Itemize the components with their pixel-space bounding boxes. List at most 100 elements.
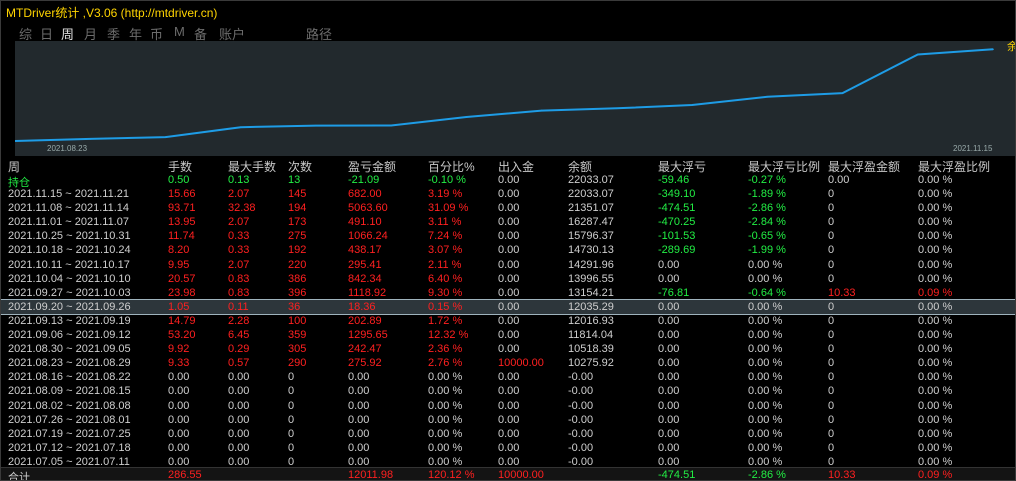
cell-col-1: 0.00 [168, 371, 190, 384]
cell-col-8: 0.00 [658, 314, 680, 327]
cell-col-7: 13154.21 [568, 286, 614, 299]
table-row[interactable]: 2021.08.09 ~ 2021.08.15 0.00 0.00 0 0.00 0.00… [1, 384, 1015, 398]
cell-col-7: 10518.39 [568, 343, 614, 356]
cell-col-4: 0.00 [348, 371, 370, 384]
table-row[interactable]: 2021.11.15 ~ 2021.11.21 15.66 2.07 145 682.0… [1, 187, 1015, 201]
cell-col-9: -2.84 % [748, 216, 786, 229]
cell-col-3: 100 [288, 314, 307, 327]
cell-col-9: 0.00 % [748, 413, 783, 426]
cell-col-7: 12035.29 [568, 300, 614, 313]
cell-col-11: 0.00 % [918, 343, 953, 356]
cell-col-0: 2021.08.30 ~ 2021.09.05 [8, 343, 131, 356]
cell-col-4: 0.00 [348, 385, 370, 398]
cell-col-6: 0.00 [498, 174, 520, 186]
table-row[interactable]: 2021.07.19 ~ 2021.07.25 0.00 0.00 0 0.00 0.00… [1, 427, 1015, 441]
cell-col-1: 0.00 [168, 399, 190, 412]
balance-line [15, 48, 994, 142]
open-position-row[interactable]: 持仓 0.50 0.13 13 -21.09 -0.10 % 0.00 22033.07 -59… [1, 173, 1015, 189]
cell-col-7: 11814.04 [568, 329, 614, 341]
cell-col-6: 0.00 [498, 413, 520, 426]
cell-col-11: 0.00 % [918, 427, 953, 440]
cell-col-5: 2.11 % [428, 258, 462, 271]
cell-col-2: 0.00 [228, 441, 250, 454]
cell-col-3: 0 [288, 371, 295, 384]
cell-col-6: 0.00 [498, 258, 520, 271]
cell-col-8: 0.00 [658, 258, 680, 271]
cell-col-3: 36 [288, 300, 301, 313]
cell-col-10: 0 [828, 385, 835, 398]
table-row[interactable]: 2021.11.01 ~ 2021.11.07 13.95 2.07 173 491.1… [1, 215, 1015, 229]
cell-col-6: 0.00 [498, 230, 520, 243]
cell-col-1: 9.33 [168, 357, 190, 370]
cell-col-2: 32.38 [228, 202, 256, 215]
cell-col-0: 2021.07.12 ~ 2021.07.18 [8, 441, 131, 454]
cell-col-4: 275.92 [348, 357, 382, 370]
cell-col-0: 2021.09.20 ~ 2021.09.26 [8, 300, 131, 313]
cell-col-5: 9.30 % [428, 286, 463, 299]
cell-col-8: -470.25 [658, 216, 696, 229]
cell-col-0: 2021.07.26 ~ 2021.08.01 [8, 413, 131, 426]
cell-col-7: 10275.92 [568, 357, 614, 370]
cell-col-5: 120.12 % [428, 469, 475, 481]
table-row[interactable]: 2021.11.08 ~ 2021.11.14 93.71 32.38 194 5063… [1, 201, 1015, 215]
cell-col-3: 0 [288, 413, 295, 426]
cell-col-3: 275 [288, 230, 307, 243]
cell-col-0: 2021.08.16 ~ 2021.08.22 [8, 371, 131, 384]
tab-7[interactable]: M [174, 24, 185, 39]
table-row[interactable]: 2021.08.02 ~ 2021.08.08 0.00 0.00 0 0.00 0.00… [1, 399, 1015, 413]
cell-col-10: 0 [828, 300, 835, 313]
balance-point [164, 136, 167, 138]
table-row[interactable]: 2021.10.04 ~ 2021.10.10 20.57 0.83 386 842.3… [1, 272, 1015, 286]
cell-col-3: 0 [288, 441, 295, 454]
cell-col-1: 15.66 [168, 188, 196, 200]
cell-col-3: 194 [288, 202, 307, 215]
table-row[interactable]: 2021.10.11 ~ 2021.10.17 9.95 2.07 220 295.41… [1, 258, 1015, 272]
cell-col-6: 0.00 [498, 314, 520, 327]
cell-col-5: 0.00 % [428, 385, 463, 398]
cell-col-8: 0.00 [658, 441, 680, 454]
cell-col-9: 0.00 % [748, 300, 783, 313]
cell-col-9: -1.89 % [748, 188, 786, 200]
table-row[interactable]: 2021.10.25 ~ 2021.10.31 11.74 0.33 275 1066.… [1, 229, 1015, 243]
cell-col-11: 0.00 % [918, 413, 953, 426]
table-row[interactable]: 2021.09.13 ~ 2021.09.19 14.79 2.28 100 202.8… [1, 314, 1015, 328]
cell-col-10: 0 [828, 357, 835, 370]
cell-col-11: 0.00 % [918, 216, 953, 229]
cell-col-7: -0.00 [568, 399, 594, 412]
total-row: 合计 286.55 12011.98 120.12 % 10000.00 -474.51 -… [1, 467, 1015, 481]
cell-col-10: 0 [828, 188, 835, 200]
cell-col-1: 13.95 [168, 216, 196, 229]
cell-col-9: -2.86 % [748, 202, 786, 215]
cell-col-10: 0 [828, 258, 835, 271]
balance-point [540, 109, 543, 112]
cell-col-11: 0.00 % [918, 230, 953, 243]
cell-col-5: 0.00 % [428, 399, 463, 412]
cell-col-9: 0.00 % [748, 314, 783, 327]
cell-col-2: 2.07 [228, 216, 250, 229]
cell-col-5: -0.10 % [428, 174, 466, 186]
cell-col-1: 20.57 [168, 272, 196, 285]
table-row[interactable]: 2021.09.06 ~ 2021.09.12 53.20 6.45 359 1295.… [1, 328, 1015, 342]
cell-col-5: 7.24 % [428, 230, 463, 243]
table-row[interactable]: 2021.09.27 ~ 2021.10.03 23.98 0.83 396 1118.… [1, 286, 1015, 300]
table-row[interactable]: 2021.08.23 ~ 2021.08.29 9.33 0.57 290 275.92… [1, 356, 1015, 370]
cell-col-0: 2021.11.01 ~ 2021.11.07 [8, 216, 130, 229]
cell-col-5: 0.00 % [428, 441, 463, 454]
cell-col-11: 0.00 % [918, 441, 953, 454]
cell-col-10: 0 [828, 314, 835, 327]
cell-col-2: 0.57 [228, 357, 250, 370]
cell-col-6: 0.00 [498, 300, 520, 313]
table-row[interactable]: 2021.09.20 ~ 2021.09.26 1.05 0.11 36 18.36 0.… [1, 298, 1015, 315]
cell-col-0: 2021.08.09 ~ 2021.08.15 [8, 385, 131, 398]
chart-x-start-label: 2021.08.23 [47, 144, 88, 153]
cell-col-3: 305 [288, 343, 307, 356]
cell-col-10: 0 [828, 272, 835, 285]
cell-col-8: 0.00 [658, 413, 680, 426]
cell-col-6: 0.00 [498, 244, 520, 257]
table-row[interactable]: 2021.08.30 ~ 2021.09.05 9.92 0.29 305 242.47… [1, 342, 1015, 356]
table-row[interactable]: 2021.07.26 ~ 2021.08.01 0.00 0.00 0 0.00 0.00… [1, 413, 1015, 427]
table-row[interactable]: 2021.08.16 ~ 2021.08.22 0.00 0.00 0 0.00 0.00… [1, 370, 1015, 384]
table-row[interactable]: 2021.07.12 ~ 2021.07.18 0.00 0.00 0 0.00 0.00… [1, 441, 1015, 455]
cell-col-8: -76.81 [658, 286, 690, 299]
table-row[interactable]: 2021.10.18 ~ 2021.10.24 8.20 0.33 192 438.17… [1, 243, 1015, 257]
